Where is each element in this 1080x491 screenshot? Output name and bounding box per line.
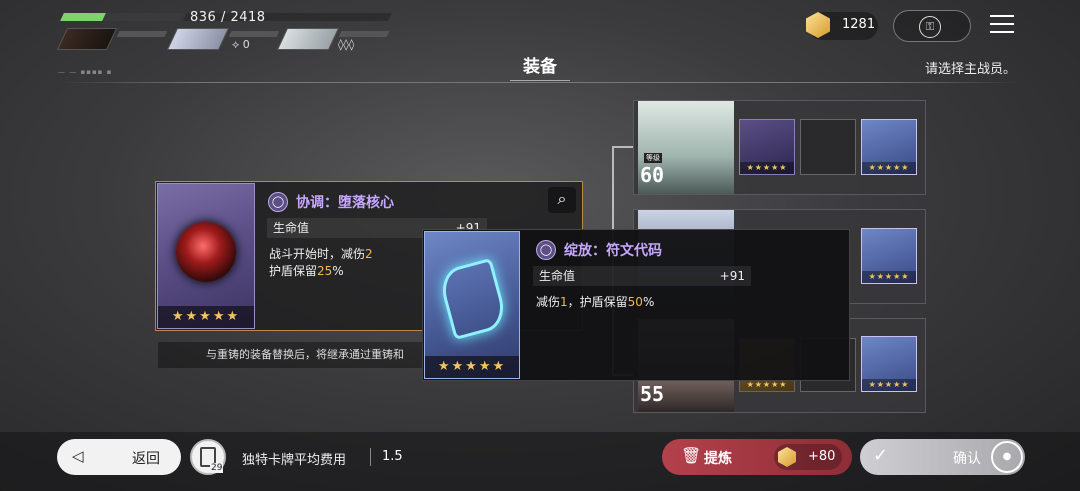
new-stat-label: 生命值 (539, 269, 576, 283)
check-icon[interactable]: ✓ (873, 445, 888, 466)
team-1-armor-slot[interactable] (800, 119, 856, 175)
party-member-3-value: ◊◊◊ (338, 38, 355, 51)
reforge-notice: 与重铸的装备替换后，将继承通过重铸和 (158, 342, 458, 368)
new-stat-value: +91 (719, 269, 745, 283)
current-desc-line-1: 战斗开始时，减伤2 (269, 247, 373, 261)
team-2-ring-slot[interactable]: ★★★★★ (861, 228, 917, 284)
new-equipment-card[interactable]: ★★★★★ (424, 231, 520, 379)
refine-label[interactable]: 提炼 (704, 448, 732, 468)
fallen-core-art (176, 222, 236, 282)
title-underline (510, 80, 570, 85)
card-count: 29 (210, 463, 224, 473)
lock-icon[interactable]: ⚿ (919, 16, 941, 38)
ring-icon: ◯ (268, 192, 288, 212)
confirm-dot-icon[interactable]: ● (991, 441, 1023, 473)
new-desc-line: 减伤1，护盾保留50% (536, 295, 655, 309)
page-title: 装备 (523, 57, 557, 77)
team-member-3-level: 55 (640, 382, 665, 406)
avg-cost-label: 独特卡牌平均费用 (242, 453, 347, 468)
team-member-1-level-label: 等级 (644, 153, 662, 163)
new-equipment-name: 绽放：符文代码 (564, 243, 662, 259)
team-member-1-level: 60 (640, 163, 665, 187)
hint-text: 请选择主战员。 (924, 62, 1016, 77)
party-hp-text: 836 / 2418 (190, 10, 266, 25)
rune-code-art (436, 257, 510, 341)
currency-value: 1281 (842, 17, 876, 32)
party-hp-bar (60, 13, 184, 21)
party-member-3-bar (338, 31, 390, 37)
party-member-2-bar (228, 31, 280, 37)
trash-icon[interactable]: 🗑 (681, 446, 701, 465)
team-1-weapon-slot[interactable]: ★★★★★ (739, 119, 795, 175)
party-member-2-portrait (166, 28, 230, 50)
back-label[interactable]: 返回 (132, 448, 160, 468)
party-member-3-portrait (276, 28, 340, 50)
confirm-label[interactable]: 确认 (953, 448, 981, 468)
menu-icon[interactable] (990, 15, 1014, 35)
party-member-1-portrait (56, 28, 118, 50)
new-equipment-stars: ★★★★★ (425, 356, 519, 378)
avg-cost-divider (370, 448, 371, 466)
refine-cost-value: +80 (808, 449, 836, 464)
ring-icon: ◯ (536, 240, 556, 260)
avg-cost-value: 1.5 (382, 449, 403, 464)
current-equipment-card[interactable]: ★★★★★ (157, 183, 255, 329)
current-equipment-stars: ★★★★★ (158, 306, 254, 328)
current-stat-label: 生命值 (273, 221, 310, 235)
current-desc-line-2: 护盾保留25% (269, 264, 344, 278)
team-1-ring-slot[interactable]: ★★★★★ (861, 119, 917, 175)
party-member-1-bar (116, 31, 168, 37)
back-arrow-icon[interactable]: ◁ (72, 447, 84, 465)
party-member-2-value: ⟡ 0 (232, 38, 250, 51)
team-3-ring-slot[interactable]: ★★★★★ (861, 336, 917, 392)
new-stat-row: 生命值 +91 (533, 266, 751, 286)
search-icon[interactable]: ⌕ (548, 187, 576, 213)
current-equipment-name: 协调：堕落核心 (296, 195, 394, 211)
